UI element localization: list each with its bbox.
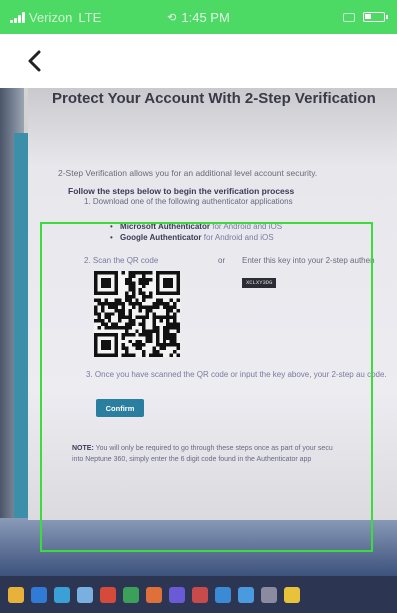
authenticator-app-list: Microsoft Authenticator for Android and …	[110, 222, 282, 244]
step-2-text: 2. Scan the QR code	[84, 256, 159, 265]
settings-icon	[261, 586, 277, 603]
battery-icon	[363, 12, 388, 22]
chevron-left-icon	[28, 50, 41, 72]
note-label: NOTE:	[72, 445, 94, 452]
note-body-2: into Neptune 360, simply enter the 6 dig…	[72, 456, 312, 463]
status-right	[343, 12, 388, 22]
back-button[interactable]	[20, 46, 50, 76]
onedrive-icon	[238, 586, 254, 603]
step-3-text: 3. Once you have scanned the QR code or …	[86, 370, 387, 379]
note-text: NOTE: You will only be required to go th…	[72, 443, 397, 465]
status-time: 1:45 PM	[181, 9, 230, 25]
page-title: Protect Your Account With 2-Step Verific…	[52, 90, 376, 107]
edge-icon	[215, 586, 231, 603]
status-bar: Verizon LTE ⟲ 1:45 PM	[0, 0, 397, 34]
camera-view: Protect Your Account With 2-Step Verific…	[0, 88, 397, 613]
files-icon	[8, 586, 24, 603]
enter-key-text: Enter this key into your 2-step authen	[242, 256, 375, 265]
app-platform: for Android and iOS	[203, 233, 274, 242]
confirm-button[interactable]: Confirm	[96, 399, 144, 417]
orientation-lock-icon: ⟲	[167, 11, 177, 24]
teams-icon	[169, 586, 185, 603]
step-1-text: 1. Download one of the following authent…	[84, 197, 293, 206]
status-time-group: ⟲ 1:45 PM	[167, 10, 230, 25]
app-platform: for Android and iOS	[212, 222, 283, 231]
signal-icon	[10, 11, 25, 23]
follow-steps-heading: Follow the steps below to begin the veri…	[68, 186, 295, 196]
notes-icon	[284, 586, 300, 603]
mail-icon	[31, 586, 47, 603]
captured-taskbar	[0, 576, 397, 613]
chrome-icon	[192, 586, 208, 603]
list-item: Google Authenticator for Android and iOS	[110, 233, 282, 242]
list-item: Microsoft Authenticator for Android and …	[110, 222, 282, 231]
message-icon	[343, 12, 355, 22]
secret-key: XCLXY3DG	[242, 278, 277, 288]
note-body: You will only be required to go through …	[95, 445, 333, 452]
edge-icon	[54, 586, 70, 603]
photo-desk	[0, 518, 397, 578]
app-name: Microsoft Authenticator	[120, 222, 210, 231]
qr-code	[94, 271, 180, 357]
app-name: Google Authenticator	[120, 233, 202, 242]
captured-screen: Protect Your Account With 2-Step Verific…	[28, 88, 397, 520]
chrome-icon	[100, 586, 116, 603]
network-type: LTE	[78, 9, 102, 25]
or-text: or	[218, 256, 226, 265]
excel-icon	[123, 586, 139, 603]
store-icon	[77, 586, 93, 603]
firefox-icon	[146, 586, 162, 603]
intro-text: 2-Step Verification allows you for an ad…	[58, 168, 318, 178]
navigation-bar	[0, 34, 397, 88]
carrier-name: Verizon	[29, 9, 73, 25]
